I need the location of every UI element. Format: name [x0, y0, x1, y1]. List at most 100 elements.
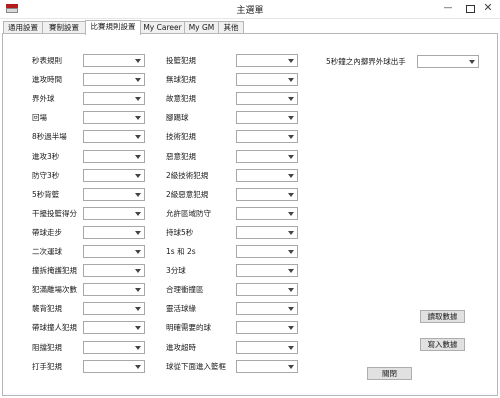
rule-dropdown[interactable] [236, 341, 298, 354]
close-window-button[interactable]: ✕ [477, 1, 499, 16]
chevron-down-icon [135, 250, 141, 254]
rule-dropdown[interactable] [83, 226, 145, 239]
rule-label: 進攻時間 [32, 75, 62, 84]
rule-dropdown[interactable] [83, 188, 145, 201]
chevron-down-icon [135, 288, 141, 292]
close-button[interactable]: 關閉 [367, 367, 412, 380]
chevron-down-icon [135, 97, 141, 101]
rule-dropdown[interactable] [83, 341, 145, 354]
rule-dropdown[interactable] [236, 111, 298, 124]
rule-dropdown[interactable] [83, 92, 145, 105]
rule-label: 靈活球緣 [166, 304, 196, 313]
rule-dropdown[interactable] [236, 73, 298, 86]
rule-dropdown[interactable] [83, 321, 145, 334]
chevron-down-icon [135, 346, 141, 350]
rule-label: 2級技術犯規 [166, 171, 209, 180]
rule-label: 2級惡意犯規 [166, 190, 209, 199]
chevron-down-icon [288, 97, 294, 101]
tab-game-rules[interactable]: 比賽規則設置 [85, 20, 141, 35]
chevron-down-icon [288, 78, 294, 82]
rule-dropdown[interactable] [236, 360, 298, 373]
rule-dropdown[interactable] [83, 54, 145, 67]
chevron-down-icon [135, 231, 141, 235]
rule-dropdown[interactable] [236, 207, 298, 220]
rule-dropdown[interactable] [83, 130, 145, 143]
rule-label: 允許區域防守 [166, 209, 211, 218]
chevron-down-icon [135, 269, 141, 273]
rule-dropdown[interactable] [236, 54, 298, 67]
rule-dropdown[interactable] [83, 207, 145, 220]
rule-label: 3分球 [166, 266, 186, 275]
chevron-down-icon [288, 326, 294, 330]
rule-label: 阻擋犯規 [32, 343, 62, 352]
maximize-icon [465, 5, 475, 13]
chevron-down-icon [288, 346, 294, 350]
rule-label: 秒表規則 [32, 56, 62, 65]
rule-label: 帶球走步 [32, 228, 62, 237]
rule-dropdown[interactable] [83, 283, 145, 296]
chevron-down-icon [135, 78, 141, 82]
chevron-down-icon [288, 212, 294, 216]
rule-dropdown[interactable] [83, 169, 145, 182]
chevron-down-icon [288, 59, 294, 63]
window-title: 主選單 [236, 6, 264, 16]
rule-label: 撞拆掩護犯規 [32, 266, 77, 275]
rule-dropdown[interactable] [83, 111, 145, 124]
rule-label: 防守3秒 [32, 171, 60, 180]
rule-label: 故意犯規 [166, 94, 196, 103]
rule-dropdown[interactable] [236, 188, 298, 201]
chevron-down-icon [135, 193, 141, 197]
chevron-down-icon [288, 116, 294, 120]
rule-label: 二次運球 [32, 247, 62, 256]
rule-label: 8秒過半場 [32, 132, 67, 141]
write-data-button[interactable]: 寫入數據 [420, 338, 465, 351]
rule-label: 明確需要的球 [166, 323, 211, 332]
rule-label: 進攻3秒 [32, 152, 60, 161]
rule-dropdown[interactable] [236, 283, 298, 296]
rule-dropdown[interactable] [236, 130, 298, 143]
chevron-down-icon [135, 59, 141, 63]
rule-label: 技術犯規 [166, 132, 196, 141]
chevron-down-icon [288, 155, 294, 159]
rule-dropdown[interactable] [83, 73, 145, 86]
chevron-down-icon [288, 307, 294, 311]
chevron-down-icon [288, 288, 294, 292]
rule-label: 投籃犯規 [166, 56, 196, 65]
rule-dropdown[interactable] [83, 264, 145, 277]
rule-label: 襲背犯規 [32, 304, 62, 313]
chevron-down-icon [135, 174, 141, 178]
read-data-button[interactable]: 讀取數據 [420, 310, 465, 323]
rule-dropdown[interactable] [83, 245, 145, 258]
rule-dropdown[interactable] [236, 264, 298, 277]
rule-label: 打手犯規 [32, 362, 62, 371]
chevron-down-icon [135, 135, 141, 139]
rule-label: 回場 [32, 113, 47, 122]
chevron-down-icon [135, 116, 141, 120]
rule-dropdown[interactable] [83, 360, 145, 373]
minimize-button[interactable]: — [437, 1, 459, 16]
rule-label: 球從下面進入籃框 [166, 362, 226, 371]
rule-dropdown[interactable] [236, 245, 298, 258]
rule-label: 1s 和 2s [166, 247, 196, 256]
rule-dropdown[interactable] [236, 150, 298, 163]
rule-dropdown[interactable] [236, 321, 298, 334]
rule-label: 無球犯規 [166, 75, 196, 84]
rule-label: 惡意犯規 [166, 152, 196, 161]
chevron-down-icon [288, 231, 294, 235]
chevron-down-icon [135, 212, 141, 216]
rule-dropdown[interactable] [83, 302, 145, 315]
rule-label: 干擾投籃得分 [32, 209, 77, 218]
rule-dropdown[interactable] [236, 302, 298, 315]
rule-dropdown[interactable] [236, 92, 298, 105]
chevron-down-icon [135, 326, 141, 330]
rule-dropdown[interactable] [417, 55, 479, 68]
rule-label: 腳踢球 [166, 113, 189, 122]
title-bar: 主選單 — ✕ [0, 0, 500, 19]
chevron-down-icon [288, 135, 294, 139]
rule-dropdown[interactable] [236, 226, 298, 239]
rule-dropdown[interactable] [236, 169, 298, 182]
rule-dropdown[interactable] [83, 150, 145, 163]
chevron-down-icon [135, 307, 141, 311]
chevron-down-icon [135, 155, 141, 159]
rule-label: 帶球撞人犯規 [32, 323, 77, 332]
